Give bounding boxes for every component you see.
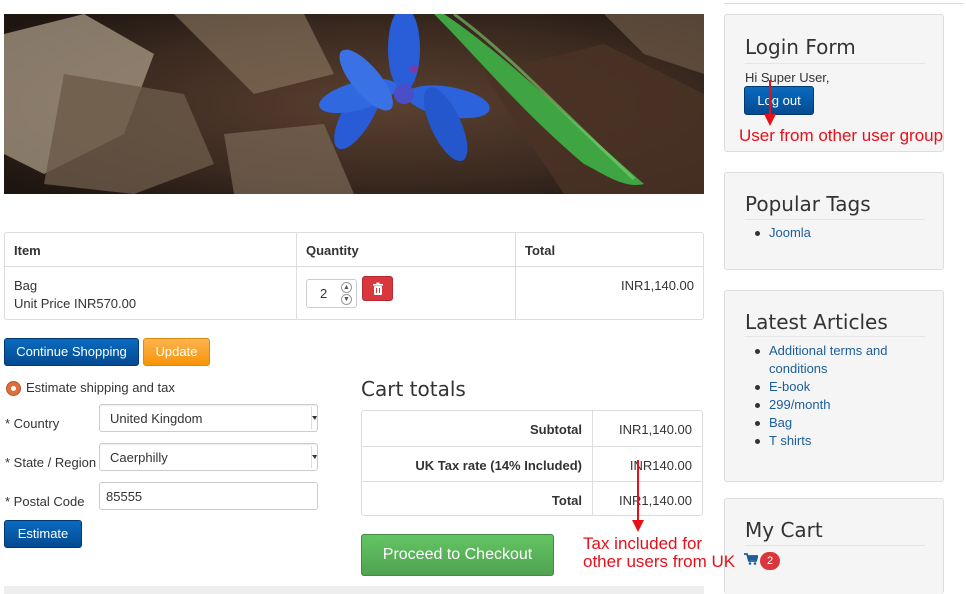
- list-item: 299/month: [753, 396, 918, 414]
- article-link[interactable]: 299/month: [769, 397, 830, 412]
- list-item: E-book: [753, 378, 918, 396]
- article-link[interactable]: E-book: [769, 379, 810, 394]
- subtotal-row: Subtotal INR1,140.00: [362, 411, 702, 446]
- item-header: Item: [14, 243, 41, 258]
- quantity-header: Quantity: [306, 243, 359, 258]
- total-label: Total: [551, 493, 582, 508]
- chevron-down-icon: [311, 407, 317, 429]
- tags-list: Joomla: [753, 224, 811, 242]
- quantity-stepper[interactable]: 2 ▲ ▼: [306, 279, 357, 308]
- trash-icon: [373, 282, 383, 295]
- country-value: United Kingdom: [110, 411, 203, 426]
- article-link[interactable]: Bag: [769, 415, 792, 430]
- article-link[interactable]: Additional terms and conditions: [769, 343, 888, 376]
- decrement-icon[interactable]: ▼: [341, 294, 352, 305]
- list-item: T shirts: [753, 432, 918, 450]
- state-select[interactable]: Caerphilly: [99, 443, 318, 471]
- state-label: * State / Region: [5, 455, 97, 470]
- latest-articles-module: Latest Articles Additional terms and con…: [724, 290, 944, 482]
- postal-code-input[interactable]: 85555: [99, 482, 318, 510]
- popular-tags-title: Popular Tags: [745, 192, 871, 216]
- annotation-tax-line1: Tax included for: [583, 534, 703, 553]
- estimate-button[interactable]: Estimate: [4, 520, 82, 548]
- tax-value: INR140.00: [629, 458, 692, 473]
- annotation-user-group: User from other user group: [739, 126, 944, 145]
- subtotal-label: Subtotal: [530, 422, 582, 437]
- list-item: Joomla: [753, 224, 811, 242]
- cart-totals-table: Subtotal INR1,140.00 UK Tax rate (14% In…: [361, 410, 703, 516]
- item-unit-price: Unit Price INR570.00: [14, 296, 137, 311]
- tax-row: UK Tax rate (14% Included) INR140.00: [362, 446, 702, 481]
- annotation-arrow-line: [769, 80, 771, 116]
- hero-image: [4, 14, 704, 194]
- footer-strip: [4, 586, 704, 594]
- proceed-to-checkout-button[interactable]: Proceed to Checkout: [361, 534, 554, 576]
- increment-icon[interactable]: ▲: [341, 282, 352, 293]
- tax-label: UK Tax rate (14% Included): [415, 458, 582, 473]
- login-title: Login Form: [745, 35, 856, 59]
- my-cart-title: My Cart: [745, 518, 823, 542]
- total-value: INR1,140.00: [619, 493, 692, 508]
- remove-item-button[interactable]: [362, 276, 393, 301]
- tag-link-joomla[interactable]: Joomla: [769, 225, 811, 240]
- total-row: Total INR1,140.00: [362, 481, 702, 516]
- continue-shopping-button[interactable]: Continue Shopping: [4, 338, 139, 366]
- item-column: Item Bag Unit Price INR570.00: [5, 233, 297, 319]
- article-link[interactable]: T shirts: [769, 433, 811, 448]
- my-cart-module: My Cart 2: [724, 498, 944, 594]
- latest-articles-divider: [745, 336, 925, 337]
- postal-code-value: 85555: [106, 489, 143, 504]
- estimate-shipping-label: Estimate shipping and tax: [26, 380, 175, 395]
- update-button[interactable]: Update: [143, 338, 210, 366]
- subtotal-value: INR1,140.00: [619, 422, 692, 437]
- popular-tags-module: Popular Tags Joomla: [724, 172, 944, 270]
- quantity-column: Quantity 2 ▲ ▼: [297, 233, 516, 319]
- my-cart-divider: [745, 545, 925, 546]
- list-item: Bag: [753, 414, 918, 432]
- login-divider: [745, 63, 925, 64]
- annotation-arrow-line: [637, 460, 639, 522]
- total-column: Total INR1,140.00: [516, 233, 703, 319]
- flower-photo: [4, 14, 704, 194]
- item-total: INR1,140.00: [621, 278, 694, 293]
- chevron-down-icon: [311, 446, 317, 468]
- cart-table: Item Bag Unit Price INR570.00 Quantity 2…: [4, 232, 704, 320]
- logout-button[interactable]: Log out: [744, 86, 814, 115]
- cart-icon[interactable]: [744, 553, 759, 565]
- cart-totals-title: Cart totals: [361, 377, 466, 401]
- country-select[interactable]: United Kingdom: [99, 404, 318, 432]
- latest-articles-title: Latest Articles: [745, 310, 888, 334]
- annotation-arrow-head: [632, 520, 644, 532]
- quantity-value: 2: [320, 286, 328, 301]
- articles-list: Additional terms and conditions E-book 2…: [753, 342, 918, 450]
- total-header: Total: [525, 243, 556, 258]
- estimate-shipping-radio[interactable]: [6, 381, 21, 396]
- login-greeting: Hi Super User,: [745, 70, 830, 85]
- annotation-arrow-head: [764, 114, 776, 126]
- country-label: * Country: [5, 416, 60, 431]
- list-item: Additional terms and conditions: [753, 342, 918, 378]
- state-value: Caerphilly: [110, 450, 168, 465]
- postal-code-label: * Postal Code: [5, 494, 85, 509]
- top-divider: [724, 3, 964, 4]
- popular-tags-divider: [745, 219, 925, 220]
- item-name: Bag: [14, 278, 38, 293]
- cart-count-badge: 2: [760, 552, 780, 570]
- annotation-tax-line2: other users from UK: [583, 552, 736, 571]
